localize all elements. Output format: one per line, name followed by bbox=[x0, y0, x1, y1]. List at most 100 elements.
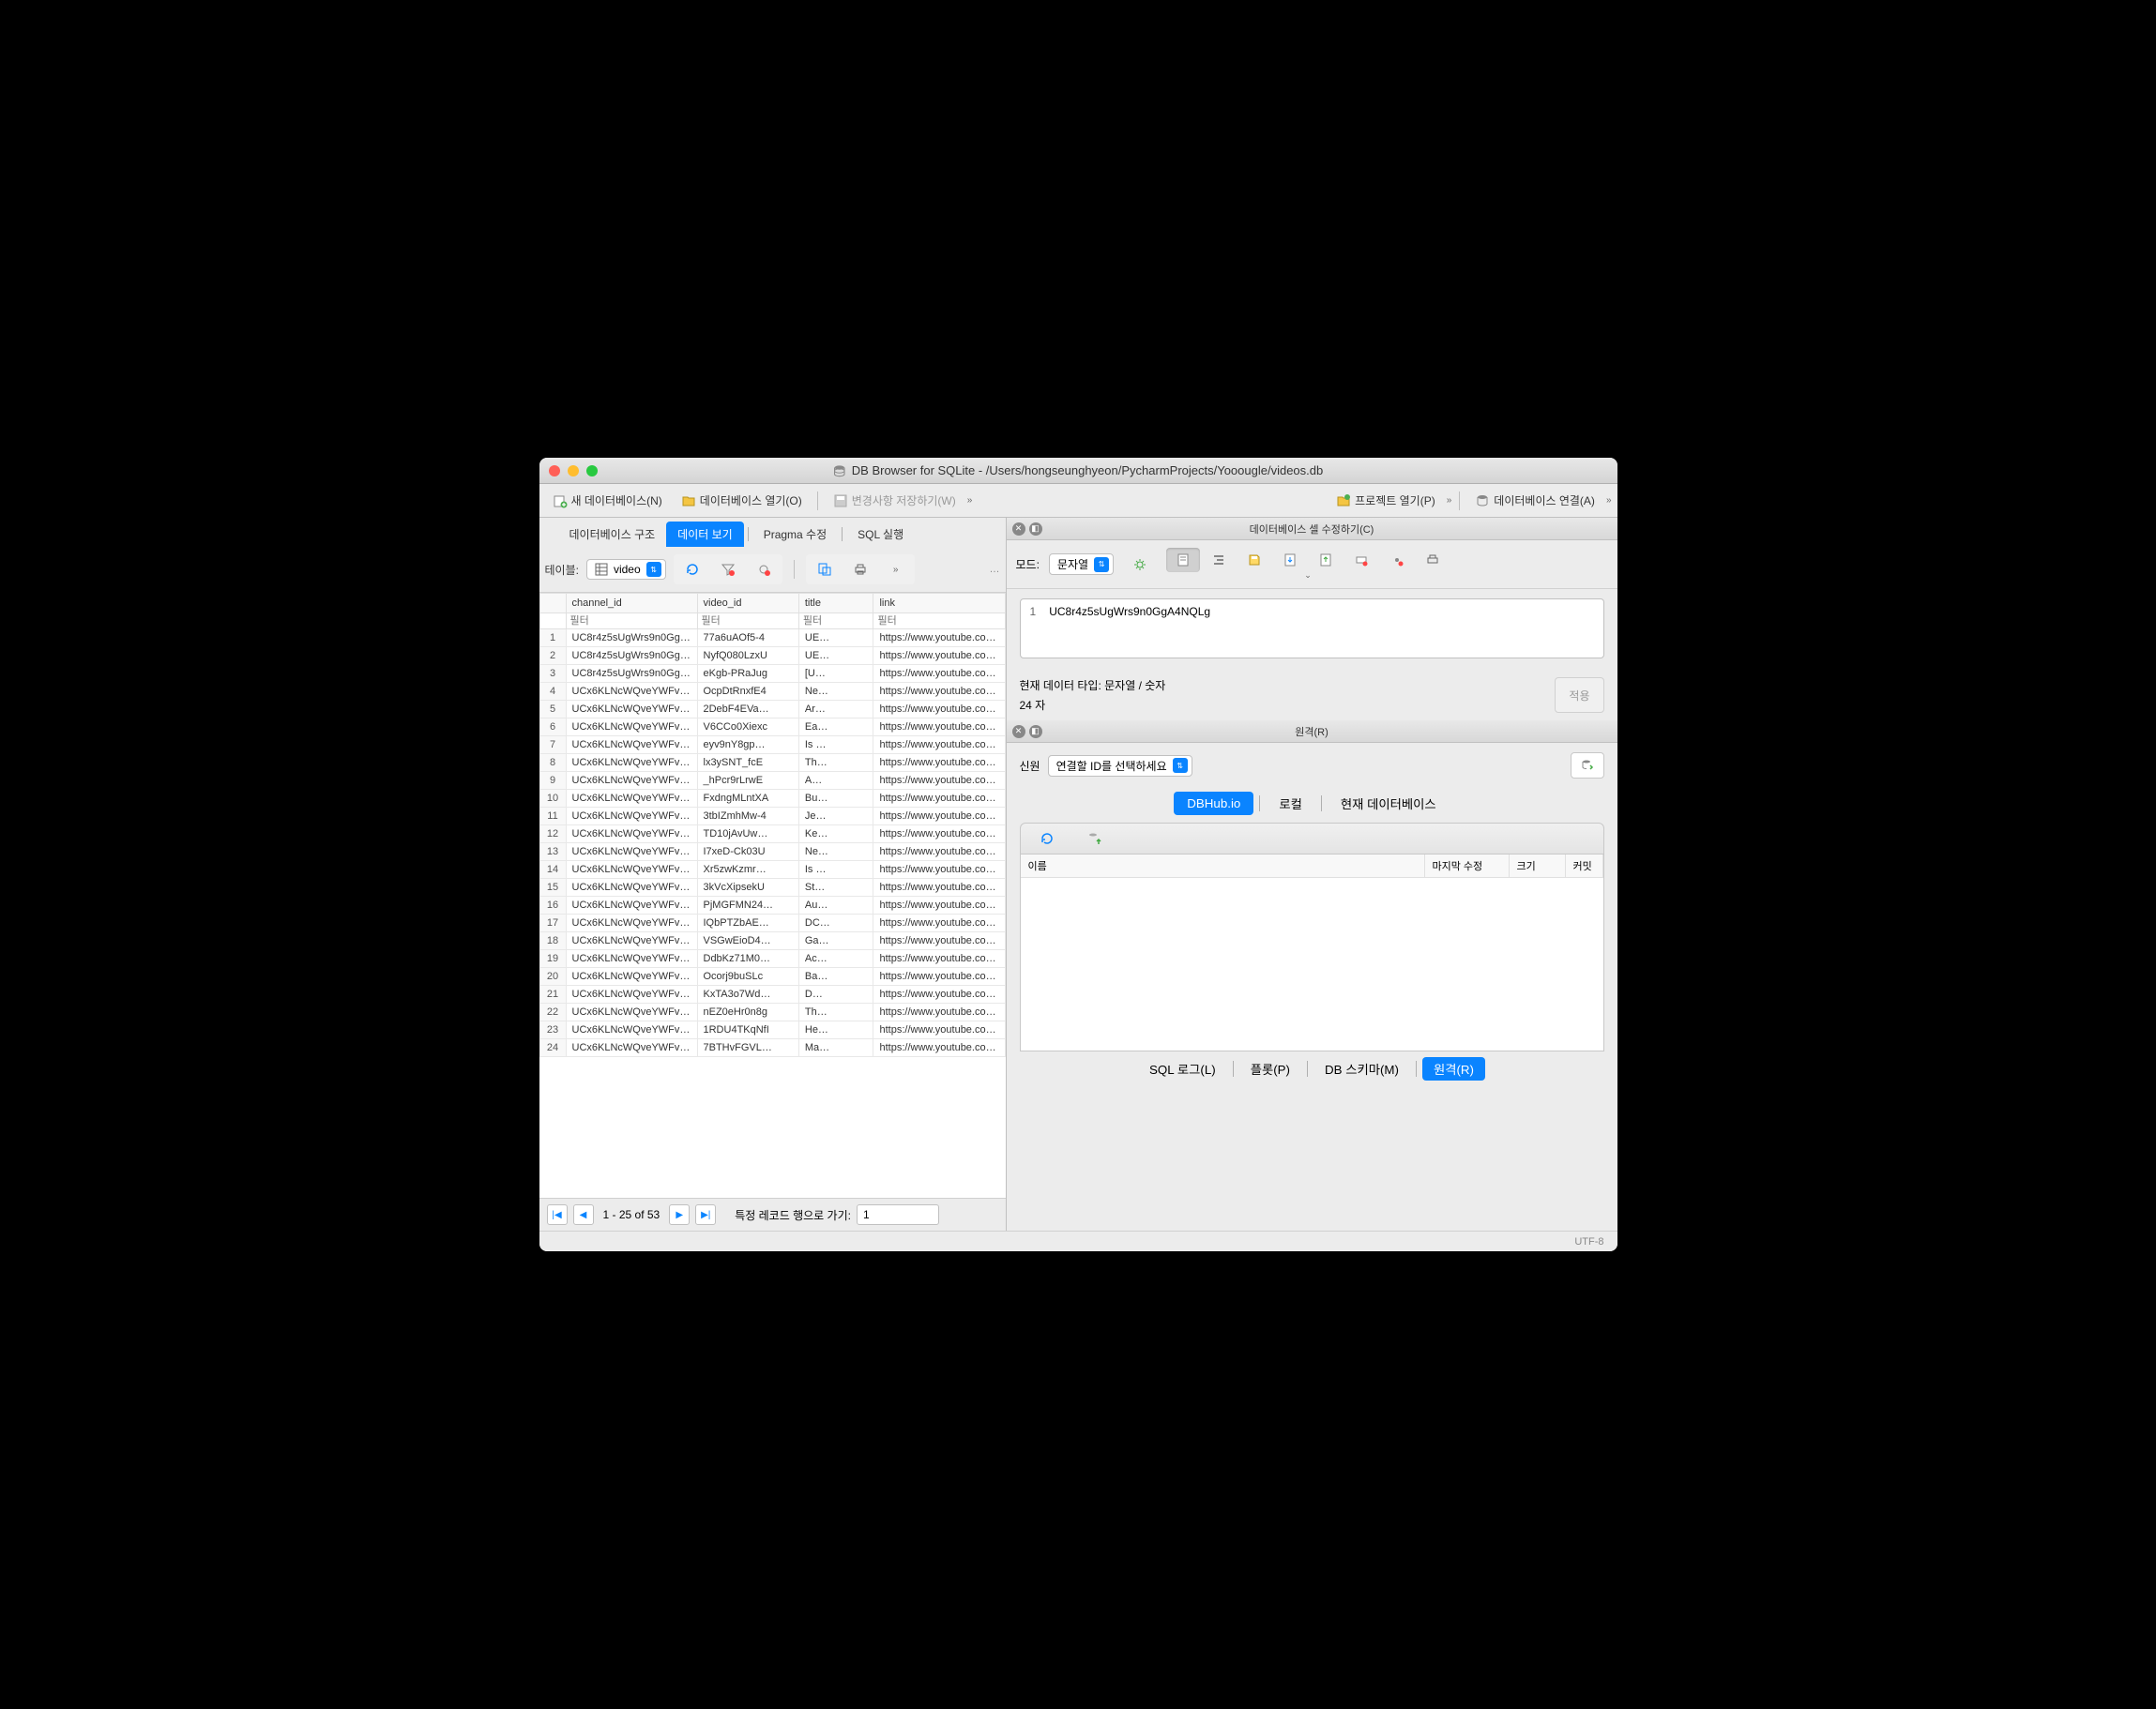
clear-filters-button[interactable] bbox=[711, 556, 745, 582]
cell-title[interactable]: Ne… bbox=[798, 683, 873, 701]
cell-video-id[interactable]: eyv9nY8gp… bbox=[697, 736, 798, 754]
cell-video-id[interactable]: FxdngMLntXA bbox=[697, 790, 798, 808]
cell-channel-id[interactable]: UCx6KLNcWQveYWFvtOc0X_ow bbox=[566, 968, 697, 986]
clear-button[interactable] bbox=[1380, 548, 1414, 572]
refresh-button[interactable] bbox=[676, 556, 709, 582]
cell-link[interactable]: https://www.youtube.com/wa bbox=[873, 843, 1005, 861]
cell-link[interactable]: https://www.youtube.com/wa bbox=[873, 915, 1005, 932]
cell-channel-id[interactable]: UCx6KLNcWQveYWFvtOc0X_ow bbox=[566, 915, 697, 932]
cell-title[interactable]: Is … bbox=[798, 861, 873, 879]
cell-channel-id[interactable]: UCx6KLNcWQveYWFvtOc0X_ow bbox=[566, 772, 697, 790]
apply-button[interactable]: 적용 bbox=[1555, 677, 1603, 713]
cell-video-id[interactable]: Ocorj9buSLc bbox=[697, 968, 798, 986]
table-row[interactable]: 19UCx6KLNcWQveYWFvtOc0X_owDdbKz71M0…Ac…h… bbox=[539, 950, 1005, 968]
column-header-title[interactable]: title bbox=[798, 594, 873, 613]
cell-channel-id[interactable]: UCx6KLNcWQveYWFvtOc0X_ow bbox=[566, 950, 697, 968]
remote-list[interactable]: 이름 마지막 수정 크기 커밋 bbox=[1020, 854, 1604, 1051]
cell-title[interactable]: Is … bbox=[798, 736, 873, 754]
toolbar-overflow-2[interactable]: » bbox=[1447, 495, 1452, 506]
cell-video-id[interactable]: PjMGFMN24… bbox=[697, 897, 798, 915]
cell-title[interactable]: Ba… bbox=[798, 968, 873, 986]
cell-title[interactable]: St… bbox=[798, 879, 873, 897]
table-row[interactable]: 9UCx6KLNcWQveYWFvtOc0X_ow_hPcr9rLrwEA…ht… bbox=[539, 772, 1005, 790]
close-window-button[interactable] bbox=[549, 465, 560, 476]
minimize-window-button[interactable] bbox=[568, 465, 579, 476]
bottom-tab-schema[interactable]: DB 스키마(M) bbox=[1313, 1057, 1410, 1081]
cell-channel-id[interactable]: UCx6KLNcWQveYWFvtOc0X_ow bbox=[566, 1039, 697, 1057]
cell-channel-id[interactable]: UCx6KLNcWQveYWFvtOc0X_ow bbox=[566, 1021, 697, 1039]
cell-link[interactable]: https://www.youtube.com/wa bbox=[873, 629, 1005, 647]
column-header-link[interactable]: link bbox=[873, 594, 1005, 613]
column-commit[interactable]: 커밋 bbox=[1566, 854, 1603, 877]
bottom-tab-plots[interactable]: 플롯(P) bbox=[1239, 1057, 1301, 1081]
cell-link[interactable]: https://www.youtube.com/wa bbox=[873, 897, 1005, 915]
column-modified[interactable]: 마지막 수정 bbox=[1425, 854, 1510, 877]
bottom-tab-sql-log[interactable]: SQL 로그(L) bbox=[1138, 1057, 1227, 1081]
maximize-window-button[interactable] bbox=[586, 465, 598, 476]
mode-select[interactable]: 문자열 ⇅ bbox=[1049, 553, 1114, 575]
cell-link[interactable]: https://www.youtube.com/wa bbox=[873, 790, 1005, 808]
cell-channel-id[interactable]: UCx6KLNcWQveYWFvtOc0X_ow bbox=[566, 808, 697, 825]
column-size[interactable]: 크기 bbox=[1510, 854, 1566, 877]
cell-link[interactable]: https://www.youtube.com/wa bbox=[873, 950, 1005, 968]
cell-channel-id[interactable]: UCx6KLNcWQveYWFvtOc0X_ow bbox=[566, 790, 697, 808]
cell-link[interactable]: https://www.youtube.com/wa bbox=[873, 701, 1005, 718]
cell-channel-id[interactable]: UCx6KLNcWQveYWFvtOc0X_ow bbox=[566, 718, 697, 736]
cell-title[interactable]: [U… bbox=[798, 665, 873, 683]
cell-video-id[interactable]: I7xeD-Ck03U bbox=[697, 843, 798, 861]
toolbar-overflow-3[interactable]: » bbox=[1606, 495, 1612, 506]
save-table-button[interactable] bbox=[808, 556, 842, 582]
cell-video-id[interactable]: nEZ0eHr0n8g bbox=[697, 1004, 798, 1021]
save-cell-button[interactable] bbox=[1237, 548, 1271, 572]
cell-video-id[interactable]: DdbKz71M0… bbox=[697, 950, 798, 968]
cell-channel-id[interactable]: UC8r4z5sUgWrs9n0GgA4NQLg bbox=[566, 629, 697, 647]
close-panel-button[interactable]: ✕ bbox=[1012, 522, 1025, 536]
table-row[interactable]: 23UCx6KLNcWQveYWFvtOc0X_ow1RDU4TKqNfIHe…… bbox=[539, 1021, 1005, 1039]
cell-title[interactable]: Je… bbox=[798, 808, 873, 825]
cell-title[interactable]: Ar… bbox=[798, 701, 873, 718]
cell-title[interactable]: Au… bbox=[798, 897, 873, 915]
cell-title[interactable]: Bu… bbox=[798, 790, 873, 808]
cell-link[interactable]: https://www.youtube.com/wa bbox=[873, 665, 1005, 683]
table-row[interactable]: 7UCx6KLNcWQveYWFvtOc0X_oweyv9nY8gp…Is …h… bbox=[539, 736, 1005, 754]
table-row[interactable]: 22UCx6KLNcWQveYWFvtOc0X_ownEZ0eHr0n8gTh…… bbox=[539, 1004, 1005, 1021]
attach-database-button[interactable]: 데이터베이스 연결(A) bbox=[1467, 490, 1602, 511]
table-row[interactable]: 10UCx6KLNcWQveYWFvtOc0X_owFxdngMLntXABu…… bbox=[539, 790, 1005, 808]
table-row[interactable]: 17UCx6KLNcWQveYWFvtOc0X_owIQbPTZbAE…DC…h… bbox=[539, 915, 1005, 932]
delete-record-button[interactable] bbox=[747, 556, 781, 582]
cell-title[interactable]: Ea… bbox=[798, 718, 873, 736]
cell-link[interactable]: https://www.youtube.com/wa bbox=[873, 932, 1005, 950]
cell-title[interactable]: Ke… bbox=[798, 825, 873, 843]
cell-channel-id[interactable]: UCx6KLNcWQveYWFvtOc0X_ow bbox=[566, 879, 697, 897]
null-button[interactable] bbox=[1344, 548, 1378, 572]
undock-panel-button[interactable]: ◧ bbox=[1029, 725, 1042, 738]
cell-link[interactable]: https://www.youtube.com/wa bbox=[873, 754, 1005, 772]
cell-title[interactable]: UE… bbox=[798, 647, 873, 665]
cell-content-editor[interactable]: 1 UC8r4z5sUgWrs9n0GgA4NQLg bbox=[1020, 598, 1604, 658]
cell-link[interactable]: https://www.youtube.com/wa bbox=[873, 808, 1005, 825]
cell-title[interactable]: UE… bbox=[798, 629, 873, 647]
tab-browse-data[interactable]: 데이터 보기 bbox=[666, 522, 744, 547]
cell-channel-id[interactable]: UCx6KLNcWQveYWFvtOc0X_ow bbox=[566, 932, 697, 950]
cell-title[interactable]: Th… bbox=[798, 754, 873, 772]
prev-page-button[interactable]: ◀ bbox=[573, 1204, 594, 1225]
cell-link[interactable]: https://www.youtube.com/wa bbox=[873, 718, 1005, 736]
cell-link[interactable]: https://www.youtube.com/wa bbox=[873, 647, 1005, 665]
filter-channel-id[interactable] bbox=[567, 613, 697, 628]
cell-video-id[interactable]: _hPcr9rLrwE bbox=[697, 772, 798, 790]
open-database-button[interactable]: 데이터베이스 열기(O) bbox=[674, 490, 810, 511]
table-row[interactable]: 4UCx6KLNcWQveYWFvtOc0X_owOcpDtRnxfE4Ne…h… bbox=[539, 683, 1005, 701]
cell-channel-id[interactable]: UCx6KLNcWQveYWFvtOc0X_ow bbox=[566, 701, 697, 718]
export-button[interactable] bbox=[1309, 548, 1343, 572]
filter-link[interactable] bbox=[873, 613, 1004, 628]
goto-record-input[interactable] bbox=[857, 1204, 939, 1225]
remote-settings-button[interactable] bbox=[1571, 752, 1604, 779]
cell-channel-id[interactable]: UC8r4z5sUgWrs9n0GgA4NQLg bbox=[566, 665, 697, 683]
cell-video-id[interactable]: TD10jAvUw… bbox=[697, 825, 798, 843]
cell-video-id[interactable]: eKgb-PRaJug bbox=[697, 665, 798, 683]
cell-video-id[interactable]: 3tbIZmhMw-4 bbox=[697, 808, 798, 825]
cell-link[interactable]: https://www.youtube.com/wa bbox=[873, 879, 1005, 897]
cell-link[interactable]: https://www.youtube.com/wa bbox=[873, 772, 1005, 790]
filter-video-id[interactable] bbox=[698, 613, 798, 628]
new-database-button[interactable]: 새 데이터베이스(N) bbox=[545, 490, 670, 511]
